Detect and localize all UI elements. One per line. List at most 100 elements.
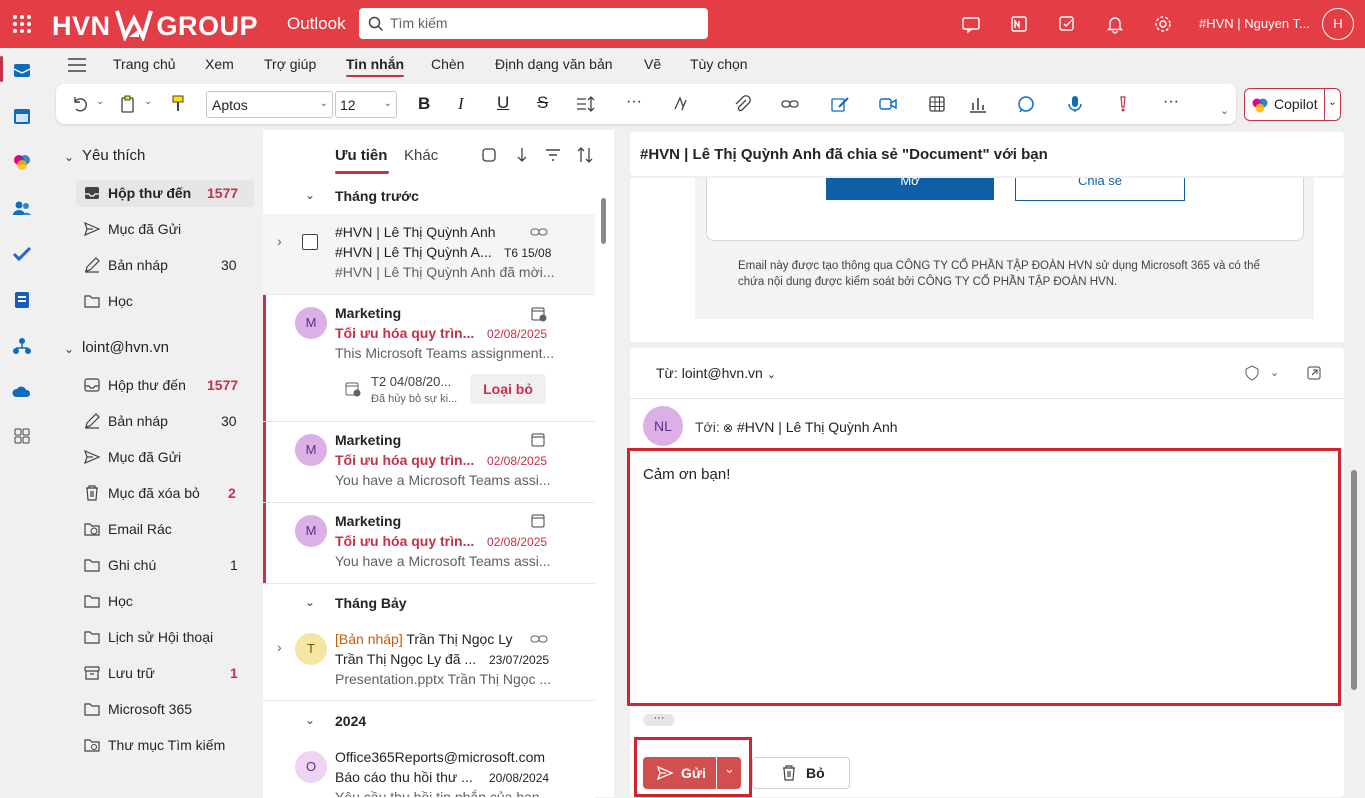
copilot-icon[interactable] (12, 152, 32, 172)
styles-icon[interactable] (672, 94, 692, 114)
bold-icon[interactable]: B (418, 94, 430, 114)
word-icon[interactable] (12, 290, 32, 310)
from-field[interactable]: Từ: loint@hvn.vn ⌄ (656, 365, 776, 381)
folder-notes[interactable]: Ghi chú (108, 557, 156, 573)
group-header[interactable]: Tháng trước (335, 188, 419, 204)
link-icon[interactable] (780, 94, 800, 114)
dictate-icon[interactable] (1065, 94, 1085, 114)
todo-icon[interactable] (1057, 14, 1077, 34)
bell-icon[interactable] (1105, 14, 1125, 34)
filter-icon[interactable] (544, 146, 562, 164)
font-name-select[interactable]: Aptos ⌄ (206, 91, 333, 118)
copilot-button[interactable]: Copilot ⌄ (1244, 88, 1341, 121)
teams-meeting-icon[interactable] (878, 94, 898, 114)
tab-view[interactable]: Xem (205, 56, 234, 72)
tab-message[interactable]: Tin nhắn (346, 56, 405, 77)
table-icon[interactable] (927, 94, 947, 114)
reading-scrollbar[interactable] (1351, 470, 1357, 690)
attach-icon[interactable] (732, 94, 752, 114)
select-checkbox[interactable] (302, 234, 318, 250)
folder-deleted[interactable]: Mục đã xóa bỏ (108, 485, 200, 501)
tab-format-text[interactable]: Định dạng văn bản (495, 56, 613, 72)
avatar[interactable]: H (1322, 8, 1354, 40)
account-header[interactable]: loint@hvn.vn (82, 339, 169, 356)
tab-help[interactable]: Trợ giúp (264, 56, 316, 72)
share-button[interactable]: Chia sẻ (1015, 178, 1185, 201)
chevron-down-icon[interactable]: ⌄ (144, 96, 152, 107)
folder-inbox[interactable]: Hộp thư đến (108, 377, 186, 393)
onedrive-icon[interactable] (12, 382, 32, 402)
select-icon[interactable] (480, 146, 498, 164)
chevron-down-icon[interactable]: ⌄ (305, 595, 315, 609)
chevron-right-icon[interactable]: › (277, 233, 282, 249)
discard-button[interactable] (752, 757, 850, 789)
list-scrollbar[interactable] (601, 198, 606, 244)
tab-focused[interactable]: Ưu tiên (335, 147, 387, 164)
chevron-down-icon[interactable]: ⌄ (305, 188, 315, 202)
folder-search[interactable]: Thư mục Tìm kiếm (108, 737, 225, 753)
sensitivity-icon[interactable] (1244, 365, 1260, 381)
folder-inbox-fav[interactable]: Hộp thư đến (108, 185, 191, 201)
line-spacing-icon[interactable] (576, 94, 596, 114)
jump-icon[interactable] (513, 146, 531, 164)
gear-icon[interactable] (1153, 14, 1173, 34)
show-more-button[interactable]: ··· (643, 713, 675, 726)
folder-drafts-fav[interactable]: Bản nháp (108, 257, 168, 273)
folder-microsoft365[interactable]: Microsoft 365 (108, 701, 192, 717)
chevron-down-icon[interactable]: ⌄ (1270, 366, 1279, 379)
mail-icon[interactable] (12, 60, 32, 80)
tab-home[interactable]: Trang chủ (113, 56, 176, 72)
group-header[interactable]: 2024 (335, 713, 366, 729)
tab-options[interactable]: Tùy chọn (690, 56, 748, 72)
chevron-down-icon[interactable]: ⌄ (64, 342, 74, 356)
folder-junk[interactable]: Email Rác (108, 521, 172, 537)
folder-hoc-fav[interactable]: Học (108, 293, 133, 309)
todo-app-icon[interactable] (12, 244, 32, 264)
folder-sent-fav[interactable]: Mục đã Gửi (108, 221, 181, 237)
more-apps-icon[interactable] (12, 426, 32, 446)
loop-icon[interactable] (1016, 94, 1036, 114)
font-size-select[interactable]: 12 ⌄ (335, 91, 397, 118)
hamburger-icon[interactable] (67, 56, 87, 74)
tab-insert[interactable]: Chèn (431, 56, 464, 72)
org-explorer-icon[interactable] (12, 336, 32, 356)
folder-archive[interactable]: Lưu trữ (108, 665, 155, 681)
onenote-icon[interactable] (1009, 14, 1029, 34)
chevron-down-icon[interactable]: ⌄ (96, 96, 104, 107)
chart-icon[interactable] (968, 94, 988, 114)
chevron-down-icon[interactable]: ⌄ (724, 761, 735, 777)
format-painter-icon[interactable] (168, 94, 188, 114)
strikethrough-icon[interactable]: S (537, 93, 548, 113)
app-launcher-icon[interactable] (10, 12, 34, 36)
expand-ribbon-icon[interactable]: ⌄ (1220, 104, 1229, 117)
underline-icon[interactable]: U (497, 93, 509, 113)
meet-now-icon[interactable] (961, 14, 981, 34)
chevron-right-icon[interactable]: › (277, 639, 282, 655)
app-name[interactable]: Outlook (287, 14, 346, 34)
recipient-chip[interactable]: ⊗ #HVN | Lê Thị Quỳnh Anh (723, 419, 898, 435)
tab-other[interactable]: Khác (404, 147, 438, 164)
signature-icon[interactable] (830, 94, 850, 114)
dismiss-button[interactable]: Loại bỏ (470, 374, 546, 404)
folder-sent[interactable]: Mục đã Gửi (108, 449, 181, 465)
sort-icon[interactable] (576, 146, 594, 164)
importance-icon[interactable] (1113, 94, 1133, 114)
undo-icon[interactable] (70, 94, 90, 114)
favorites-header[interactable]: Yêu thích (82, 147, 145, 164)
user-name[interactable]: #HVN | Nguyen T... (1199, 16, 1310, 31)
chevron-down-icon[interactable]: ⌄ (305, 713, 315, 727)
open-button[interactable]: Mở (826, 178, 994, 200)
message-body-editor[interactable] (627, 448, 1341, 706)
more-options-icon[interactable]: ··· (1163, 93, 1179, 111)
italic-icon[interactable]: I (458, 94, 464, 114)
chevron-down-icon[interactable]: ⌄ (64, 150, 74, 164)
pop-out-icon[interactable] (1306, 365, 1322, 381)
people-icon[interactable] (12, 198, 32, 218)
search-input[interactable]: Tìm kiếm (359, 8, 708, 39)
calendar-icon[interactable] (12, 106, 32, 126)
paste-icon[interactable] (118, 94, 138, 114)
tab-draw[interactable]: Vẽ (644, 56, 661, 72)
more-format-icon[interactable]: ··· (626, 93, 642, 111)
group-header[interactable]: Tháng Bảy (335, 595, 407, 611)
folder-conversation-history[interactable]: Lịch sử Hội thoại (108, 629, 213, 645)
